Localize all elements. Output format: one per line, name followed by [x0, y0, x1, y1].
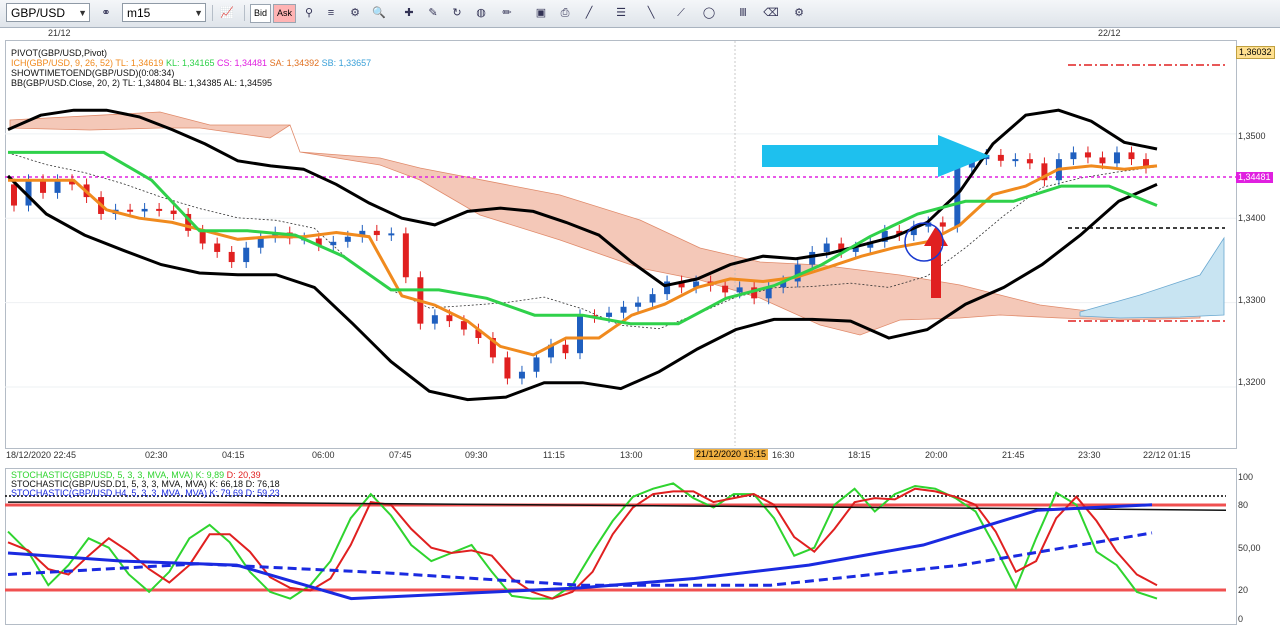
candle: [620, 306, 627, 313]
candle: [809, 251, 816, 265]
candle: [606, 312, 613, 317]
bb-legend: BB(GBP/USD.Close, 20, 2) TL: 1,34804 BL:…: [11, 78, 272, 88]
price-tick: 1,3300: [1238, 295, 1266, 305]
ich-kl: KL: 1,34165: [165, 58, 215, 68]
time-tick: 04:15: [222, 450, 245, 460]
ichimoku-cloud-bullish: [1079, 236, 1225, 319]
candles: [11, 146, 1149, 385]
candle: [388, 233, 395, 236]
candle: [1099, 157, 1106, 164]
candle: [1026, 159, 1033, 164]
time-tick: 13:00: [620, 450, 643, 460]
time-tick: 18:15: [848, 450, 871, 460]
candle: [54, 180, 61, 193]
stoch-tick: 0: [1238, 614, 1244, 624]
candle: [649, 294, 656, 303]
time-tick: 06:00: [312, 450, 335, 460]
candle: [997, 154, 1004, 161]
ich-name: ICH(GBP/USD, 9, 26, 52): [11, 58, 114, 68]
bb-upper-line: [7, 108, 1158, 288]
ich-sb: SB: 1,33657: [321, 58, 372, 68]
candle: [1070, 152, 1077, 160]
stoch-tick: 20: [1238, 585, 1249, 595]
time-tick: 20:00: [925, 450, 948, 460]
price-tick: 1,3200: [1238, 377, 1266, 387]
time-tick: 02:30: [145, 450, 168, 460]
candle: [228, 251, 235, 263]
candle: [736, 287, 743, 293]
candle: [533, 357, 540, 372]
ich-sa: SA: 1,34392: [269, 58, 320, 68]
candle: [40, 180, 47, 193]
candle: [1113, 152, 1120, 164]
candle: [330, 241, 337, 246]
time-tick: 11:15: [543, 450, 565, 460]
showtime-legend: SHOWTIMETOEND(GBP/USD)(0:08:34): [11, 68, 175, 78]
candle: [518, 371, 525, 379]
candle: [1128, 152, 1135, 160]
time-tick: 16:30: [772, 450, 795, 460]
candle: [214, 243, 221, 252]
candle: [11, 184, 17, 206]
stoch-tick: 100: [1238, 472, 1254, 482]
stoch-tick: 50,00: [1238, 543, 1261, 553]
ich-cs: CS: 1,34481: [217, 58, 268, 68]
time-tick: 21:45: [1002, 450, 1025, 460]
candle: [170, 210, 177, 214]
candle: [127, 209, 134, 212]
candle: [373, 230, 380, 236]
candle: [446, 315, 453, 322]
time-cursor-tag: 21/12/2020 15:15: [694, 449, 769, 460]
time-tick: 09:30: [465, 450, 488, 460]
candle: [577, 315, 583, 354]
candle: [562, 344, 569, 354]
candle: [199, 230, 206, 244]
time-tick: 18/12/2020 22:45: [6, 450, 77, 460]
chart-svg: [5, 41, 1236, 601]
candle: [344, 236, 351, 242]
current-price-tag: 1,34481: [1236, 172, 1273, 183]
price-tick: 1,3500: [1238, 131, 1266, 141]
candle: [402, 233, 409, 278]
price-tick: 1,3400: [1238, 213, 1266, 223]
candle: [1012, 159, 1019, 162]
candle: [504, 357, 511, 379]
time-tick: 22/12 01:15: [1143, 450, 1191, 460]
candle: [823, 243, 830, 252]
ich-tl: TL: 1,34619: [115, 58, 164, 68]
stoch-tick: 80: [1238, 500, 1249, 510]
candle: [156, 208, 163, 211]
time-tick: 23:30: [1078, 450, 1101, 460]
candle: [431, 315, 438, 324]
candle: [939, 222, 946, 227]
candle: [460, 321, 467, 330]
stoch-legend-3: STOCHASTIC(GBP/USD.H4, 5, 3, 3, MVA, MVA…: [11, 488, 280, 498]
top-price-tag: 1,36032: [1236, 46, 1275, 59]
time-tick: 07:45: [389, 450, 412, 460]
candle: [141, 208, 148, 212]
pivot-legend: PIVOT(GBP/USD,Pivot): [11, 48, 108, 58]
stoch-h4-d-line: [7, 531, 1153, 587]
candle: [722, 285, 729, 293]
ichimoku-legend: ICH(GBP/USD, 9, 26, 52) TL: 1,34619 KL: …: [11, 58, 371, 68]
candle: [243, 247, 250, 263]
candle: [635, 302, 642, 307]
candle: [1084, 152, 1091, 158]
